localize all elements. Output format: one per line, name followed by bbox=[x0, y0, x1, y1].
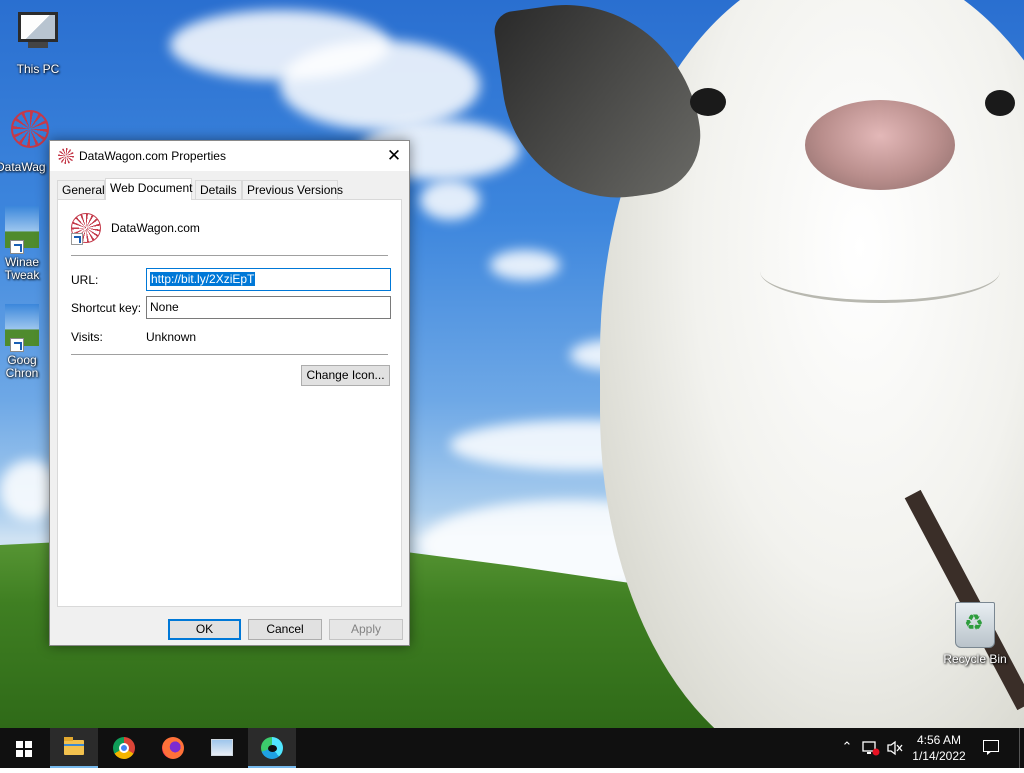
tab-details[interactable]: Details bbox=[195, 180, 242, 199]
dialog-titlebar[interactable]: DataWagon.com Properties ✕ bbox=[50, 141, 409, 171]
clock[interactable]: 4:56 AM 1/14/2022 bbox=[903, 732, 975, 764]
ok-button[interactable]: OK bbox=[168, 619, 241, 640]
web-document-panel: DataWagon.com URL: http://bit.ly/2XziEpT… bbox=[57, 199, 402, 607]
taskbar-chrome[interactable] bbox=[100, 728, 148, 768]
divider bbox=[71, 255, 388, 256]
close-icon: ✕ bbox=[386, 146, 402, 166]
properties-dialog: DataWagon.com Properties ✕ General Web D… bbox=[49, 140, 410, 646]
dialog-title: DataWagon.com Properties bbox=[79, 149, 226, 163]
photos-icon bbox=[211, 739, 233, 756]
shortcut-arrow-icon bbox=[71, 233, 83, 245]
show-desktop-button[interactable] bbox=[1019, 728, 1024, 768]
desktop-icon-label: This PC bbox=[16, 62, 60, 76]
shortcut-key-label: Shortcut key: bbox=[71, 301, 142, 315]
visits-label: Visits: bbox=[71, 330, 103, 344]
chevron-up-icon: ⌃ bbox=[841, 740, 853, 755]
web-shortcut-icon bbox=[6, 110, 54, 158]
desktop-icon-label: Winae Tweak bbox=[4, 255, 40, 282]
clock-time: 4:56 AM bbox=[916, 733, 962, 747]
taskbar-photos[interactable] bbox=[198, 728, 246, 768]
edge-icon bbox=[261, 737, 283, 759]
cancel-button[interactable]: Cancel bbox=[248, 619, 322, 640]
site-name: DataWagon.com bbox=[111, 221, 200, 235]
taskbar-firefox[interactable] bbox=[149, 728, 197, 768]
desktop-icon-recycle-bin[interactable]: Recycle Bin bbox=[937, 600, 1013, 666]
tab-general[interactable]: General bbox=[57, 180, 105, 199]
web-shortcut-icon bbox=[71, 213, 103, 245]
visits-value: Unknown bbox=[146, 330, 197, 344]
desktop-icon-google-chrome[interactable]: Goog Chron bbox=[0, 302, 52, 380]
tab-web-document[interactable]: Web Document bbox=[105, 178, 192, 200]
divider bbox=[71, 354, 388, 355]
windows-icon bbox=[16, 741, 32, 757]
app-icon bbox=[0, 206, 46, 254]
tray-overflow-button[interactable]: ⌃ bbox=[838, 728, 856, 768]
clock-date: 1/14/2022 bbox=[912, 749, 966, 763]
desktop-icon-this-pc[interactable]: This PC bbox=[0, 6, 76, 76]
close-button[interactable]: ✕ bbox=[379, 141, 409, 171]
network-button[interactable] bbox=[860, 728, 882, 768]
taskbar: ⌃ 4:56 AM 1/14/2022 bbox=[0, 728, 1024, 768]
notification-center-button[interactable] bbox=[978, 728, 1006, 768]
tab-previous-versions[interactable]: Previous Versions bbox=[242, 180, 343, 199]
desktop-icon-label: Goog Chron bbox=[5, 353, 39, 380]
volume-muted-icon bbox=[887, 740, 903, 756]
apply-button[interactable]: Apply bbox=[329, 619, 403, 640]
network-icon bbox=[862, 741, 880, 756]
start-button[interactable] bbox=[0, 728, 48, 768]
chrome-icon bbox=[113, 737, 135, 759]
taskbar-edge[interactable] bbox=[248, 728, 296, 768]
app-icon bbox=[0, 304, 46, 352]
taskbar-file-explorer[interactable] bbox=[50, 728, 98, 768]
url-label: URL: bbox=[71, 273, 99, 287]
url-input[interactable]: http://bit.ly/2XziEpT bbox=[146, 268, 391, 291]
change-icon-button[interactable]: Change Icon... bbox=[301, 365, 390, 386]
desktop-icon-label: Recycle Bin bbox=[943, 652, 1007, 666]
desktop-icon-winaero-tweaker[interactable]: Winae Tweak bbox=[0, 204, 52, 282]
computer-icon bbox=[14, 12, 62, 60]
shortcut-key-input[interactable]: None bbox=[146, 296, 391, 319]
recycle-bin-icon bbox=[951, 602, 999, 650]
web-document-icon bbox=[58, 148, 74, 164]
folder-icon bbox=[64, 737, 84, 755]
url-value: http://bit.ly/2XziEpT bbox=[150, 272, 256, 286]
firefox-icon bbox=[162, 737, 184, 759]
shortcut-key-value: None bbox=[150, 300, 179, 314]
